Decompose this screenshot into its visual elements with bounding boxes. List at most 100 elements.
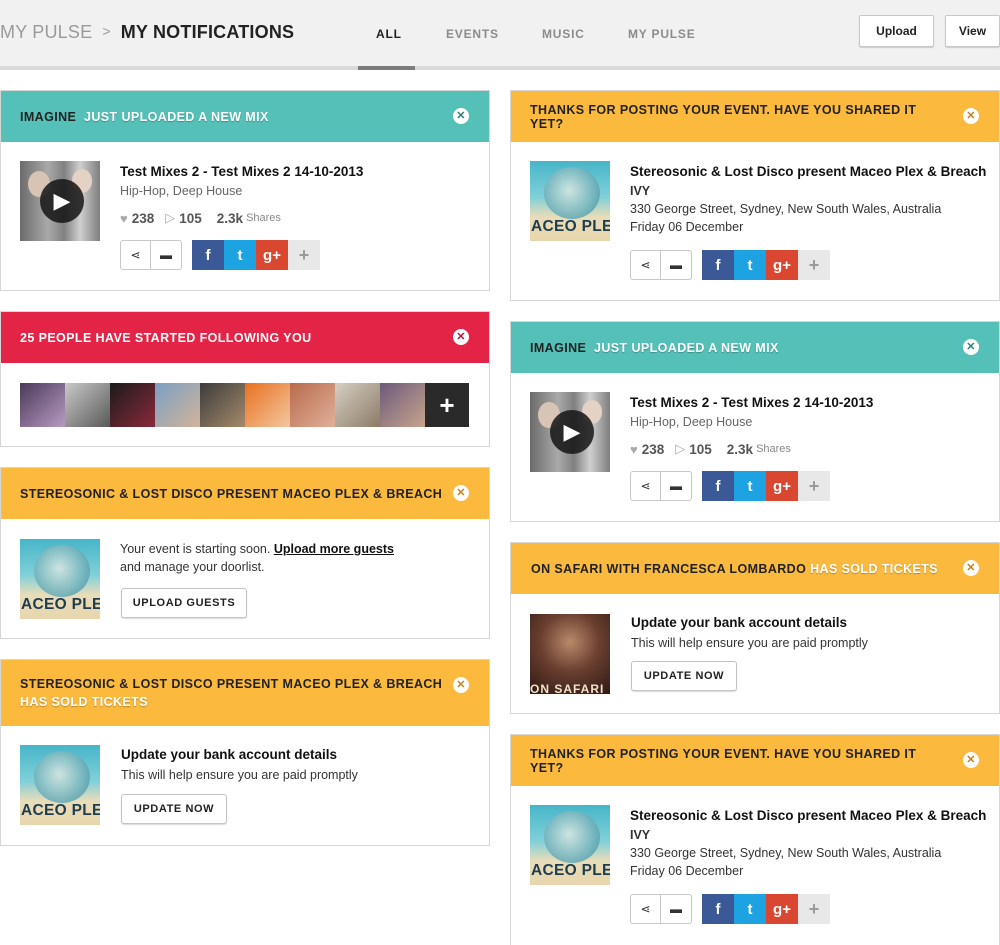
safari-sold-card: ON SAFARI WITH FRANCESCA LOMBARDO HAS SO… bbox=[510, 542, 1000, 714]
social-share-group: f t g+ + bbox=[192, 240, 320, 270]
upload-guests-button[interactable]: UPLOAD GUESTS bbox=[121, 588, 247, 618]
tab-events[interactable]: EVENTS bbox=[446, 27, 499, 41]
twitter-icon[interactable]: t bbox=[734, 894, 766, 924]
close-icon[interactable]: ✕ bbox=[453, 677, 469, 693]
header-action: JUST UPLOADED A NEW MIX bbox=[594, 340, 779, 355]
event-thumbnail[interactable]: ACEO PLE bbox=[530, 805, 610, 885]
facebook-icon[interactable]: f bbox=[702, 250, 734, 280]
plus-icon[interactable]: + bbox=[288, 240, 320, 270]
comment-icon[interactable]: ▬ bbox=[661, 471, 692, 501]
header-user[interactable]: IMAGINE bbox=[20, 110, 76, 124]
tab-all[interactable]: ALL bbox=[376, 27, 402, 41]
plus-icon[interactable]: + bbox=[798, 894, 830, 924]
artwork-circle bbox=[544, 167, 600, 219]
plus-icon[interactable]: + bbox=[798, 471, 830, 501]
event-thumbnail[interactable]: ON SAFARI bbox=[530, 614, 610, 694]
comment-icon[interactable]: ▬ bbox=[661, 250, 692, 280]
close-icon[interactable]: ✕ bbox=[963, 339, 979, 355]
artwork-label: ACEO PLE bbox=[21, 802, 100, 819]
avatar[interactable] bbox=[380, 383, 425, 427]
page-title: MY NOTIFICATIONS bbox=[120, 22, 295, 42]
share-icon[interactable]: ⋖ bbox=[630, 894, 661, 924]
mix-thumbnail[interactable]: ▶ bbox=[530, 392, 610, 472]
avatar[interactable] bbox=[200, 383, 245, 427]
facebook-icon[interactable]: f bbox=[702, 894, 734, 924]
event-venue: IVY bbox=[630, 184, 651, 198]
event-artwork: ACEO PLE bbox=[20, 745, 100, 825]
action-group: ⋖ ▬ bbox=[630, 894, 692, 924]
event-artwork: ACEO PLE bbox=[530, 805, 610, 885]
google-plus-icon[interactable]: g+ bbox=[766, 471, 798, 501]
update-now-button[interactable]: UPDATE NOW bbox=[631, 661, 737, 691]
artwork-label: ACEO PLE bbox=[21, 596, 100, 613]
action-group: ⋖ ▬ bbox=[120, 240, 182, 270]
mix-stats: ♥ 238 ▷ 105 2.3k Shares bbox=[630, 441, 791, 457]
avatar[interactable] bbox=[155, 383, 200, 427]
mix-thumbnail[interactable]: ▶ bbox=[20, 161, 100, 241]
tab-music[interactable]: MUSIC bbox=[542, 27, 585, 41]
close-icon[interactable]: ✕ bbox=[453, 329, 469, 345]
header-action: HAS SOLD TICKETS bbox=[810, 561, 939, 576]
plus-icon[interactable]: + bbox=[798, 250, 830, 280]
more-followers-button[interactable]: + bbox=[425, 383, 469, 427]
facebook-icon[interactable]: f bbox=[192, 240, 224, 270]
google-plus-icon[interactable]: g+ bbox=[256, 240, 288, 270]
mix-title[interactable]: Test Mixes 2 - Test Mixes 2 14-10-2013 bbox=[630, 395, 873, 410]
avatar[interactable] bbox=[65, 383, 110, 427]
share-icon[interactable]: ⋖ bbox=[120, 240, 151, 270]
event-thumbnail[interactable]: ACEO PLE bbox=[20, 539, 100, 619]
likes-count: 238 bbox=[131, 210, 155, 226]
header-action: HAS SOLD TICKETS bbox=[20, 695, 148, 709]
card-header: THANKS FOR POSTING YOUR EVENT. HAVE YOU … bbox=[511, 91, 999, 142]
google-plus-icon[interactable]: g+ bbox=[766, 894, 798, 924]
twitter-icon[interactable]: t bbox=[734, 250, 766, 280]
google-plus-icon[interactable]: g+ bbox=[766, 250, 798, 280]
followers-card: 25 PEOPLE HAVE STARTED FOLLOWING YOU ✕ + bbox=[0, 311, 490, 447]
heart-icon[interactable]: ♥ bbox=[120, 211, 128, 226]
share-icon[interactable]: ⋖ bbox=[630, 250, 661, 280]
play-icon[interactable]: ▶ bbox=[550, 410, 594, 454]
breadcrumb-my-pulse[interactable]: MY PULSE bbox=[0, 22, 92, 42]
close-icon[interactable]: ✕ bbox=[963, 108, 979, 124]
share-icon[interactable]: ⋖ bbox=[630, 471, 661, 501]
breadcrumb: MY PULSE > MY NOTIFICATIONS bbox=[0, 22, 294, 43]
avatar[interactable] bbox=[110, 383, 155, 427]
event-artwork: ACEO PLE bbox=[20, 539, 100, 619]
comment-icon[interactable]: ▬ bbox=[661, 894, 692, 924]
close-icon[interactable]: ✕ bbox=[453, 108, 469, 124]
event-thumbnail[interactable]: ACEO PLE bbox=[20, 745, 100, 825]
view-button[interactable]: View bbox=[945, 15, 1000, 47]
mix-title[interactable]: Test Mixes 2 - Test Mixes 2 14-10-2013 bbox=[120, 164, 363, 179]
heart-icon[interactable]: ♥ bbox=[630, 442, 638, 457]
close-icon[interactable]: ✕ bbox=[453, 485, 469, 501]
close-icon[interactable]: ✕ bbox=[963, 752, 979, 768]
twitter-icon[interactable]: t bbox=[224, 240, 256, 270]
twitter-icon[interactable]: t bbox=[734, 471, 766, 501]
shares-count: 2.3k bbox=[726, 441, 754, 457]
header-text[interactable]: STEREOSONIC & LOST DISCO PRESENT MACEO P… bbox=[20, 487, 442, 501]
close-icon[interactable]: ✕ bbox=[963, 560, 979, 576]
header-event[interactable]: STEREOSONIC & LOST DISCO PRESENT MACEO P… bbox=[20, 677, 442, 691]
update-now-button[interactable]: UPDATE NOW bbox=[121, 794, 227, 824]
card-body: ▶ Test Mixes 2 - Test Mixes 2 14-10-2013… bbox=[1, 142, 489, 290]
avatar[interactable] bbox=[335, 383, 380, 427]
event-thumbnail[interactable]: ACEO PLE bbox=[530, 161, 610, 241]
plays-count: 105 bbox=[179, 210, 202, 226]
avatar[interactable] bbox=[290, 383, 335, 427]
message-line2: and manage your doorlist. bbox=[120, 560, 265, 574]
tab-my-pulse[interactable]: MY PULSE bbox=[628, 27, 696, 41]
avatar[interactable] bbox=[20, 383, 65, 427]
artwork-circle bbox=[34, 751, 90, 803]
avatar[interactable] bbox=[245, 383, 290, 427]
upload-button[interactable]: Upload bbox=[859, 15, 934, 47]
event-title[interactable]: Stereosonic & Lost Disco present Maceo P… bbox=[630, 164, 986, 179]
follower-avatars: + bbox=[20, 383, 469, 427]
play-icon[interactable]: ▶ bbox=[40, 179, 84, 223]
upload-more-guests-link[interactable]: Upload more guests bbox=[274, 542, 394, 556]
bank-details-title: Update your bank account details bbox=[121, 747, 338, 762]
event-title[interactable]: Stereosonic & Lost Disco present Maceo P… bbox=[630, 808, 986, 823]
comment-icon[interactable]: ▬ bbox=[151, 240, 182, 270]
facebook-icon[interactable]: f bbox=[702, 471, 734, 501]
header-event[interactable]: ON SAFARI WITH FRANCESCA LOMBARDO bbox=[531, 562, 806, 576]
header-user[interactable]: IMAGINE bbox=[530, 341, 586, 355]
